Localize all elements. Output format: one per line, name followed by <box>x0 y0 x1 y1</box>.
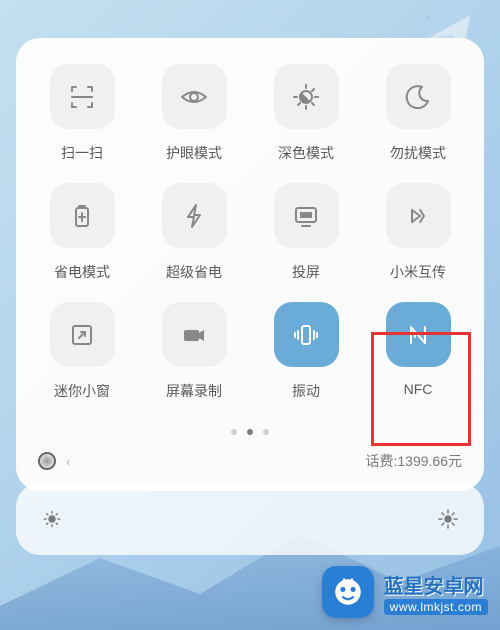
brightness-high-icon <box>436 507 460 531</box>
tile-darkmode[interactable]: 深色模式 <box>258 64 354 163</box>
cast-icon <box>290 200 322 232</box>
mini-window-icon <box>66 319 98 351</box>
tile-label: 扫一扫 <box>61 143 103 163</box>
nfc-icon <box>402 319 434 351</box>
camera-icon <box>178 319 210 351</box>
eye-icon <box>178 81 210 113</box>
status-row: ‹ 话费:1399.66元 <box>34 451 466 471</box>
tile-label: 勿扰模式 <box>390 143 446 163</box>
tile-label: NFC <box>404 381 433 397</box>
chevron-left-icon[interactable]: ‹ <box>66 453 71 469</box>
battery-icon <box>66 200 98 232</box>
control-center-panel: 扫一扫 护眼模式 深色模式 <box>16 38 484 491</box>
vibrate-icon <box>290 319 322 351</box>
tile-eyecare[interactable]: 护眼模式 <box>146 64 242 163</box>
tile-cast[interactable]: 投屏 <box>258 183 354 282</box>
page-dot-1 <box>231 429 237 435</box>
tile-label: 振动 <box>292 381 320 401</box>
tile-label: 小米互传 <box>390 262 446 282</box>
page-indicator[interactable] <box>34 429 466 435</box>
watermark-icon <box>322 566 374 618</box>
share-icon <box>402 200 434 232</box>
tile-label: 迷你小窗 <box>54 381 110 401</box>
tile-ultra-saver[interactable]: 超级省电 <box>146 183 242 282</box>
scan-icon <box>66 81 98 113</box>
tile-screen-record[interactable]: 屏幕录制 <box>146 302 242 401</box>
tile-label: 超级省电 <box>166 262 222 282</box>
quick-settings-grid: 扫一扫 护眼模式 深色模式 <box>34 64 466 401</box>
tile-vibrate[interactable]: 振动 <box>258 302 354 401</box>
tile-label: 省电模式 <box>54 262 110 282</box>
page-dot-3 <box>263 429 269 435</box>
lightning-icon <box>178 200 210 232</box>
tile-dnd[interactable]: 勿扰模式 <box>370 64 466 163</box>
sun-moon-icon <box>290 81 322 113</box>
tile-mi-share[interactable]: 小米互传 <box>370 183 466 282</box>
tile-scan[interactable]: 扫一扫 <box>34 64 130 163</box>
tile-label: 护眼模式 <box>166 143 222 163</box>
tile-label: 投屏 <box>292 262 320 282</box>
page-dot-2 <box>247 429 253 435</box>
signal-indicator[interactable] <box>38 452 56 470</box>
watermark: 蓝星安卓网 www.lmkjst.com <box>322 566 488 618</box>
balance-label: 话费:1399.66元 <box>366 451 463 471</box>
tile-label: 屏幕录制 <box>166 381 222 401</box>
watermark-title: 蓝星安卓网 <box>384 570 484 599</box>
watermark-url: www.lmkjst.com <box>384 599 488 615</box>
brightness-low-icon <box>40 507 64 531</box>
tile-battery-saver[interactable]: 省电模式 <box>34 183 130 282</box>
tile-mini-window[interactable]: 迷你小窗 <box>34 302 130 401</box>
tile-label: 深色模式 <box>278 143 334 163</box>
tile-nfc[interactable]: NFC <box>370 302 466 401</box>
brightness-slider[interactable] <box>16 483 484 555</box>
moon-icon <box>402 81 434 113</box>
